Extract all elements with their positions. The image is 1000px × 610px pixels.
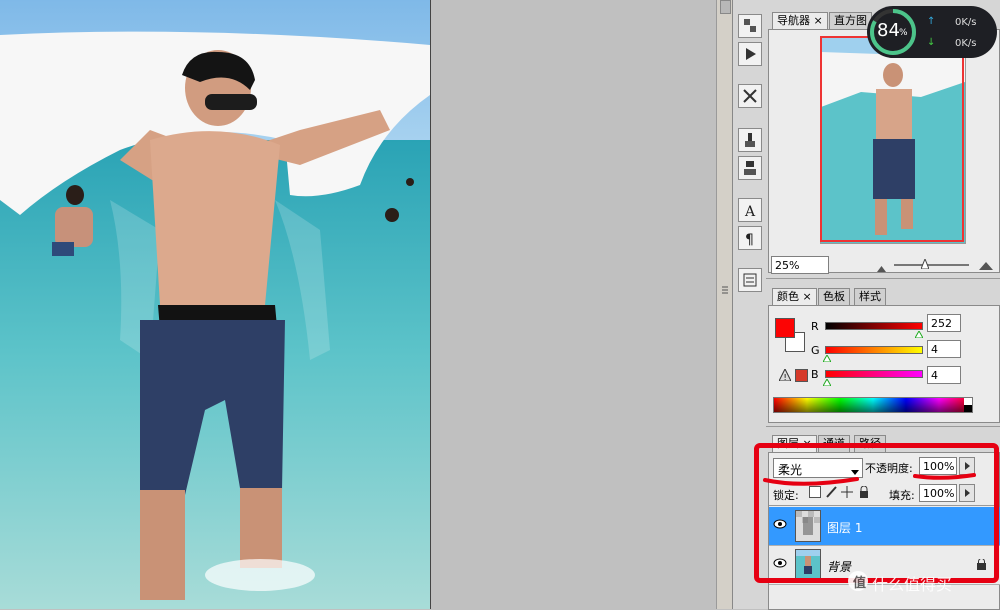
- b-label: B: [811, 368, 819, 381]
- annotation-box: [754, 443, 999, 583]
- upload-rate: 0K/s: [955, 17, 977, 28]
- b-slider[interactable]: [825, 370, 923, 378]
- navigator-preview[interactable]: [820, 36, 966, 244]
- g-slider-handle[interactable]: [822, 352, 832, 365]
- r-slider-handle[interactable]: [914, 328, 924, 341]
- clone-source-icon[interactable]: [738, 156, 762, 180]
- b-slider-handle[interactable]: [822, 376, 832, 389]
- photo-content: [0, 0, 430, 609]
- tab-styles[interactable]: 样式: [854, 288, 886, 305]
- color-ramp[interactable]: [773, 397, 973, 413]
- r-slider[interactable]: [825, 322, 923, 330]
- r-value-field[interactable]: 252: [927, 314, 961, 332]
- zoom-out-icon[interactable]: [877, 262, 886, 272]
- zoom-slider-handle[interactable]: [920, 257, 930, 270]
- svg-text:A: A: [744, 204, 756, 220]
- r-label: R: [811, 320, 819, 333]
- g-label: G: [811, 344, 820, 357]
- gamut-color-swatch[interactable]: [795, 369, 808, 382]
- panel-dock: 导航器 × 直方图 信息 25%: [754, 0, 1000, 610]
- panel-dock-splitter[interactable]: [716, 0, 733, 609]
- g-slider[interactable]: [825, 346, 923, 354]
- tab-navigator[interactable]: 导航器 ×: [772, 12, 828, 29]
- zoom-in-icon[interactable]: [979, 260, 993, 270]
- tab-swatches[interactable]: 色板: [818, 288, 850, 305]
- navigator-view-box[interactable]: [820, 36, 964, 242]
- net-monitor-widget[interactable]: 84 % ↑ 0K/s ↓ 0K/s: [867, 6, 997, 58]
- watermark: 值 什么值得买: [848, 570, 996, 594]
- download-rate: 0K/s: [955, 38, 977, 49]
- tool-presets-icon[interactable]: [738, 84, 762, 108]
- color-panel: R 252 G 4 ! B 4: [768, 305, 1000, 423]
- tab-histogram[interactable]: 直方图: [829, 12, 872, 29]
- b-value-field[interactable]: 4: [927, 366, 961, 384]
- paragraph-icon[interactable]: ¶: [738, 226, 762, 250]
- download-arrow-icon: ↓: [927, 37, 936, 48]
- splitter-grip-icon[interactable]: [722, 285, 728, 295]
- panel-divider: [766, 278, 1000, 285]
- close-icon[interactable]: ×: [814, 14, 823, 27]
- image-canvas[interactable]: [0, 0, 431, 609]
- annotation-underline-blend: [763, 477, 859, 486]
- net-monitor-percent: 84: [877, 20, 900, 41]
- splitter-top-grip[interactable]: [720, 0, 731, 14]
- watermark-text: 什么值得买: [872, 575, 953, 594]
- layer-comps-icon[interactable]: [738, 268, 762, 292]
- watermark-logo-icon: 值: [848, 571, 868, 591]
- history-icon[interactable]: [738, 14, 762, 38]
- close-icon[interactable]: ×: [803, 290, 812, 303]
- svg-text:!: !: [784, 373, 787, 381]
- net-monitor-percent-sign: %: [899, 28, 908, 38]
- upload-arrow-icon: ↑: [927, 16, 936, 27]
- svg-text:¶: ¶: [745, 232, 754, 248]
- gamut-warning-icon[interactable]: !: [778, 367, 792, 382]
- character-icon[interactable]: A: [738, 198, 762, 222]
- actions-play-icon[interactable]: [738, 42, 762, 66]
- panel-divider: [766, 426, 1000, 433]
- annotation-underline-opacity: [913, 473, 976, 480]
- zoom-slider-track[interactable]: [894, 264, 969, 266]
- brushes-icon[interactable]: [738, 128, 762, 152]
- zoom-field[interactable]: 25%: [771, 256, 829, 274]
- navigator-panel: 25%: [768, 29, 1000, 274]
- g-value-field[interactable]: 4: [927, 340, 961, 358]
- tab-color[interactable]: 颜色 ×: [772, 288, 817, 305]
- canvas-background: [431, 0, 716, 609]
- foreground-color-swatch[interactable]: [775, 318, 795, 338]
